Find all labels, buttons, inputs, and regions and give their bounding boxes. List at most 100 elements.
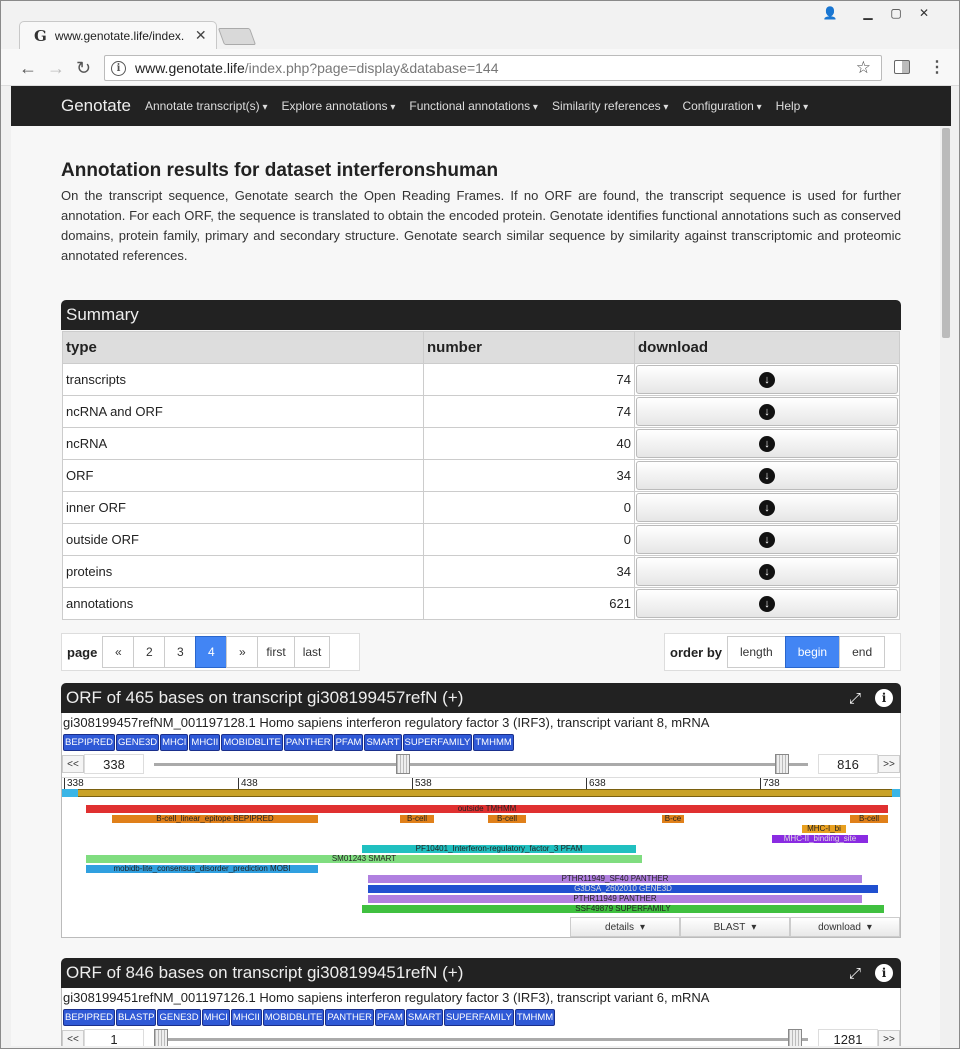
tag-superfamily[interactable]: SUPERFAMILY — [402, 734, 473, 751]
info-icon[interactable]: i — [875, 964, 893, 982]
order-begin-button[interactable]: begin — [784, 636, 841, 668]
page-2-button[interactable]: 2 — [133, 636, 166, 668]
tag-bepipred[interactable]: BEPIPRED — [63, 1009, 116, 1026]
page-3-button[interactable]: 3 — [164, 636, 197, 668]
download-button[interactable]: ↓ — [636, 557, 898, 586]
page-4-button[interactable]: 4 — [195, 636, 228, 668]
menu-kebab-icon[interactable]: ⋮ — [929, 57, 945, 77]
feature[interactable]: B-ce — [662, 815, 684, 823]
tag-panther[interactable]: PANTHER — [283, 734, 333, 751]
tag-mobidblite[interactable]: MOBIDBLITE — [221, 734, 283, 751]
range-start[interactable]: 338 — [84, 754, 144, 774]
page-first-button[interactable]: first — [257, 636, 295, 668]
brand-logo[interactable]: Genotate — [61, 96, 131, 116]
tag-mhci[interactable]: MHCI — [201, 1009, 230, 1026]
download-dropdown-button[interactable]: download — [790, 917, 900, 937]
info-icon[interactable]: i — [875, 689, 893, 707]
page-last-button[interactable]: last — [293, 636, 331, 668]
feature[interactable]: B-cell — [850, 815, 888, 823]
download-button[interactable]: ↓ — [636, 365, 898, 394]
tag-gene3d[interactable]: GENE3D — [157, 1009, 201, 1026]
feature[interactable]: SM01243 SMART — [86, 855, 642, 863]
range-handle-left[interactable] — [395, 753, 410, 774]
bookmark-star-icon[interactable]: ☆ — [856, 58, 871, 78]
menu-similarity-references[interactable]: Similarity references — [552, 99, 669, 113]
user-icon[interactable]: 👤 — [816, 3, 844, 23]
download-button[interactable]: ↓ — [636, 429, 898, 458]
details-button[interactable]: details — [570, 917, 680, 937]
range-end[interactable]: 1281 — [818, 1029, 878, 1046]
new-tab-button[interactable] — [217, 28, 257, 45]
tag-superfamily[interactable]: SUPERFAMILY — [443, 1009, 514, 1026]
download-button[interactable]: ↓ — [636, 589, 898, 618]
feature[interactable]: outside TMHMM — [86, 805, 888, 813]
range-start[interactable]: 1 — [84, 1029, 144, 1046]
menu-configuration[interactable]: Configuration — [682, 99, 761, 113]
tag-bepipred[interactable]: BEPIPRED — [63, 734, 116, 751]
download-button[interactable]: ↓ — [636, 493, 898, 522]
feature[interactable]: B-cell — [400, 815, 434, 823]
tag-smart[interactable]: SMART — [364, 734, 402, 751]
page-next-button[interactable]: » — [226, 636, 259, 668]
url-host: www.genotate.life — [135, 60, 245, 76]
feature[interactable]: mobidb-lite_consensus_disorder_predictio… — [86, 865, 318, 873]
feature[interactable]: MHC-II_binding_site — [772, 835, 868, 843]
browser-tab[interactable]: G www.genotate.life/index. ✕ — [19, 21, 217, 49]
download-icon: ↓ — [759, 499, 775, 516]
feature[interactable]: B-cell_linear_epitope BEPIPRED — [112, 815, 318, 823]
tag-smart[interactable]: SMART — [405, 1009, 443, 1026]
order-length-button[interactable]: length — [727, 636, 786, 668]
tag-tmhmm[interactable]: TMHMM — [473, 734, 514, 751]
range-end[interactable]: 816 — [818, 754, 878, 774]
tag-tmhmm[interactable]: TMHMM — [514, 1009, 556, 1026]
feature[interactable]: PF10401_Interferon-regulatory_factor_3 P… — [362, 845, 636, 853]
range-right-button[interactable]: >> — [878, 755, 900, 773]
tag-gene3d[interactable]: GENE3D — [116, 734, 160, 751]
tag-pfam[interactable]: PFAM — [333, 734, 364, 751]
download-icon: ↓ — [759, 403, 775, 420]
maximize-icon[interactable]: ▢ — [882, 3, 910, 23]
range-left-button[interactable]: << — [62, 755, 84, 773]
order-end-button[interactable]: end — [839, 636, 886, 668]
menu-explore-annotations[interactable]: Explore annotations — [281, 99, 395, 113]
tag-mhci[interactable]: MHCI — [160, 734, 189, 751]
tag-pfam[interactable]: PFAM — [375, 1009, 405, 1026]
feature[interactable]: B-cell — [488, 815, 526, 823]
tag-mhcii[interactable]: MHCII — [189, 734, 221, 751]
expand-icon[interactable]: ⤢ — [849, 965, 861, 982]
feature[interactable]: PTHR11949 PANTHER — [368, 895, 862, 903]
download-button[interactable]: ↓ — [636, 461, 898, 490]
url-field[interactable]: i www.genotate.life/index.php?page=displ… — [104, 55, 882, 81]
close-tab-icon[interactable]: ✕ — [195, 27, 207, 44]
range-handle-right[interactable] — [775, 753, 790, 774]
forward-icon[interactable]: → — [47, 58, 65, 79]
download-button[interactable]: ↓ — [636, 525, 898, 554]
expand-icon[interactable]: ⤢ — [849, 690, 861, 707]
feature[interactable]: PTHR11949_SF40 PANTHER — [368, 875, 862, 883]
close-window-icon[interactable]: ✕ — [910, 3, 938, 23]
feature[interactable]: MHC-I_bi — [802, 825, 846, 833]
extension-icon[interactable] — [894, 60, 910, 74]
download-button[interactable]: ↓ — [636, 397, 898, 426]
feature[interactable]: SSF49879 SUPERFAMILY — [362, 905, 884, 913]
range-right-button[interactable]: >> — [878, 1030, 900, 1046]
feature[interactable]: G3DSA_2602010 GENE3D — [368, 885, 878, 893]
menu-help[interactable]: Help — [776, 99, 809, 113]
range-left-button[interactable]: << — [62, 1030, 84, 1046]
tag-mhcii[interactable]: MHCII — [230, 1009, 262, 1026]
page-prev-button[interactable]: « — [102, 636, 135, 668]
tag-panther[interactable]: PANTHER — [325, 1009, 375, 1026]
scrollbar[interactable] — [940, 126, 951, 1046]
reload-icon[interactable]: ↻ — [76, 58, 91, 79]
scrollbar-thumb[interactable] — [942, 128, 950, 338]
menu-annotate-transcripts[interactable]: Annotate transcript(s) — [145, 99, 268, 113]
blast-button[interactable]: BLAST — [680, 917, 790, 937]
menu-functional-annotations[interactable]: Functional annotations — [409, 99, 538, 113]
minimize-icon[interactable]: ▁ — [854, 3, 882, 23]
range-handle-left[interactable] — [154, 1028, 168, 1046]
tag-blastp[interactable]: BLASTP — [116, 1009, 157, 1026]
site-info-icon[interactable]: i — [111, 60, 126, 76]
tag-mobidblite[interactable]: MOBIDBLITE — [262, 1009, 325, 1026]
range-handle-right[interactable] — [788, 1028, 803, 1046]
back-icon[interactable]: ← — [19, 58, 37, 79]
